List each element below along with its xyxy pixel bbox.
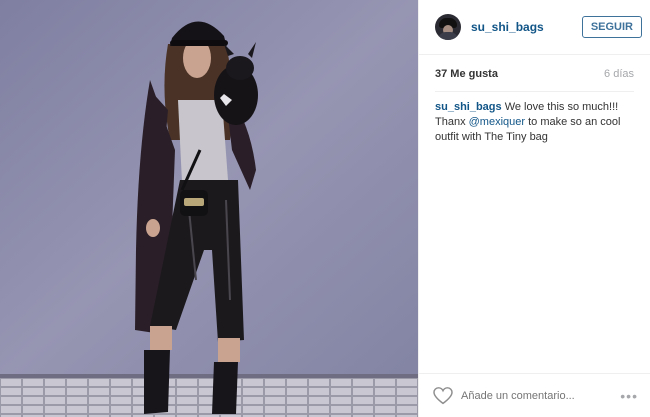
post-sidebar: su_shi_bags SEGUIR 37 Me gusta 6 días su…: [418, 0, 650, 417]
likes-count[interactable]: 37 Me gusta: [435, 68, 498, 91]
caption-username-link[interactable]: su_shi_bags: [435, 101, 502, 113]
mention-link[interactable]: @mexiquer: [469, 116, 525, 128]
post-photo[interactable]: [0, 0, 418, 417]
more-options-icon[interactable]: •••: [620, 388, 638, 404]
comment-input[interactable]: [461, 389, 621, 402]
instagram-post: su_shi_bags SEGUIR 37 Me gusta 6 días su…: [0, 0, 650, 417]
username-link[interactable]: su_shi_bags: [471, 20, 582, 34]
post-age[interactable]: 6 días: [604, 68, 634, 91]
pavement: [0, 376, 418, 417]
follow-button[interactable]: SEGUIR: [581, 16, 642, 38]
caption: su_shi_bags We love this so much!!! Than…: [419, 92, 650, 153]
post-header: su_shi_bags SEGUIR: [419, 0, 650, 55]
post-stats: 37 Me gusta 6 días: [419, 55, 650, 91]
comment-bar: •••: [419, 373, 650, 417]
avatar[interactable]: [435, 14, 461, 40]
heart-icon[interactable]: [433, 386, 453, 405]
photo-illustration: [0, 0, 418, 417]
